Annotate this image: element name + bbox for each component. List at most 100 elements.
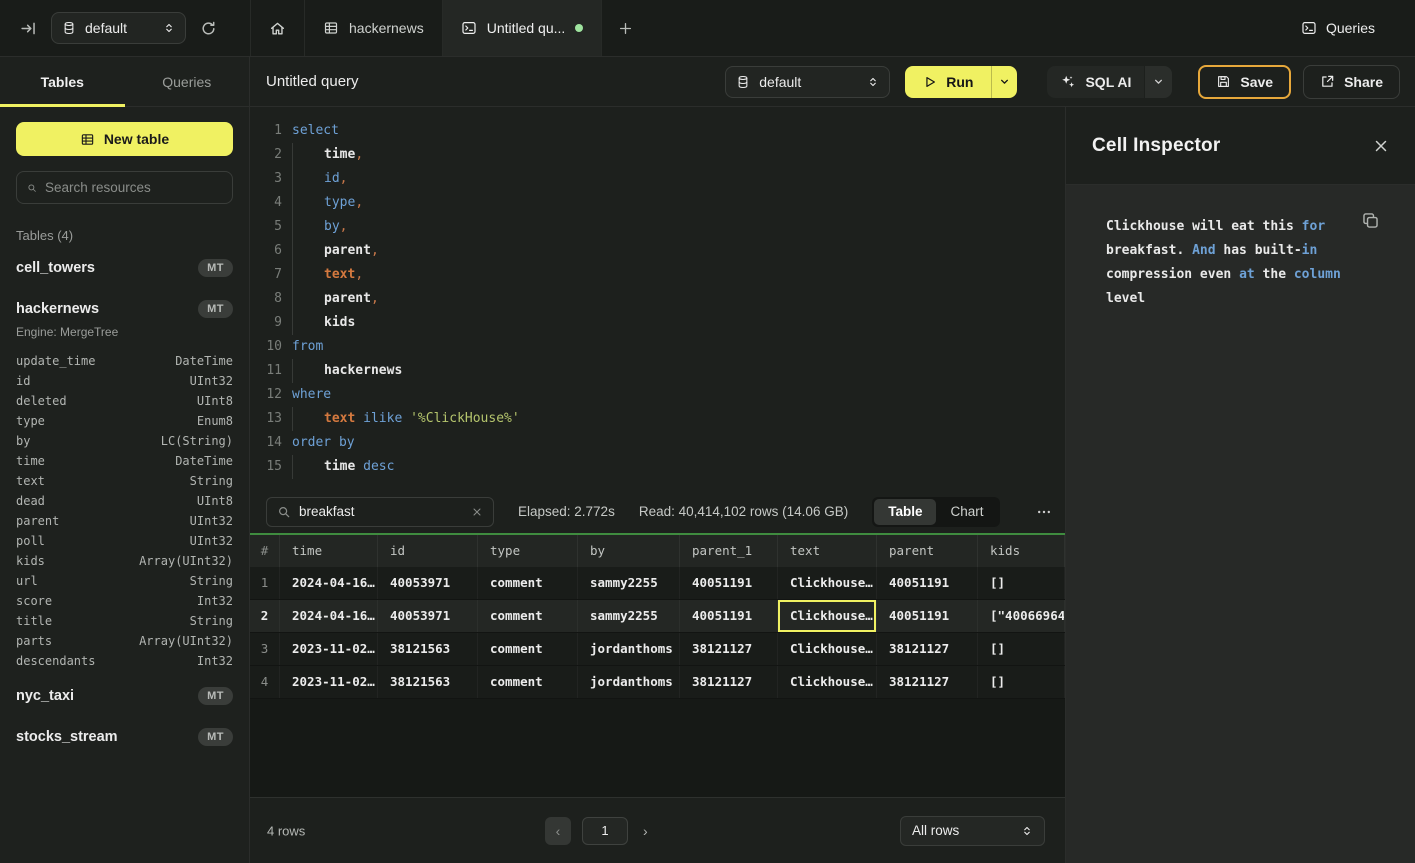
cell-by-row3[interactable]: jordanthoms (578, 633, 680, 665)
code-line-9[interactable]: 9kids (250, 311, 1065, 335)
code-line-3[interactable]: 3id, (250, 167, 1065, 191)
column-header-id[interactable]: id (378, 535, 478, 567)
cell-parent-row2[interactable]: 40051191 (877, 600, 978, 632)
cell-kids-row2[interactable]: ["40066964… (978, 600, 1065, 632)
cell-type-row1[interactable]: comment (478, 567, 578, 599)
column-header-by[interactable]: by (578, 535, 680, 567)
run-options-button[interactable] (991, 66, 1017, 98)
sql-editor[interactable]: 1select2time,3id,4type,5by,6parent,7text… (250, 107, 1065, 490)
cell-by-row2[interactable]: sammy2255 (578, 600, 680, 632)
code-token: select (292, 123, 339, 138)
table-item-hackernews[interactable]: hackernewsMT (16, 292, 233, 325)
more-options-button[interactable] (1036, 504, 1052, 520)
cell-id-row2[interactable]: 40053971 (378, 600, 478, 632)
sql-ai-button[interactable]: SQL AI (1047, 66, 1144, 98)
view-toggle-table[interactable]: Table (874, 499, 936, 525)
prev-page-button[interactable]: ‹ (545, 817, 571, 845)
cell-parent_1-row2[interactable]: 40051191 (680, 600, 778, 632)
cell-kids-row1[interactable]: [] (978, 567, 1065, 599)
code-line-13[interactable]: 13text ilike '%ClickHouse%' (250, 407, 1065, 431)
code-line-2[interactable]: 2time, (250, 143, 1065, 167)
cell-text-segment: level (1106, 291, 1145, 306)
code-line-10[interactable]: 10from (250, 335, 1065, 359)
queries-button[interactable]: Queries (1301, 0, 1415, 56)
new-table-button[interactable]: New table (16, 122, 233, 156)
code-line-11[interactable]: 11hackernews (250, 359, 1065, 383)
cell-parent_1-row1[interactable]: 40051191 (680, 567, 778, 599)
view-toggle-chart[interactable]: Chart (936, 499, 997, 525)
refresh-button[interactable] (200, 20, 217, 37)
new-tab-button[interactable] (602, 0, 649, 56)
sidebar-tab-queries[interactable]: Queries (125, 57, 250, 106)
cell-parent_1-row3[interactable]: 38121127 (680, 633, 778, 665)
column-header-text[interactable]: text (778, 535, 877, 567)
resource-search (16, 171, 233, 204)
search-resources-input[interactable] (45, 180, 222, 195)
next-page-button[interactable]: › (639, 823, 652, 839)
code-line-6[interactable]: 6parent, (250, 239, 1065, 263)
column-header-num[interactable]: # (250, 535, 280, 567)
cell-by-row4[interactable]: jordanthoms (578, 666, 680, 698)
cell-id-row3[interactable]: 38121563 (378, 633, 478, 665)
cell-parent-row4[interactable]: 38121127 (877, 666, 978, 698)
cell-text-row1[interactable]: Clickhouse… (778, 567, 877, 599)
cell-text-segment: in (1302, 243, 1318, 258)
cell-kids-row3[interactable]: [] (978, 633, 1065, 665)
close-inspector-button[interactable] (1373, 138, 1389, 154)
copy-cell-button[interactable] (1361, 211, 1380, 230)
column-header-type[interactable]: type (478, 535, 578, 567)
code-line-4[interactable]: 4type, (250, 191, 1065, 215)
results-empty-area (250, 699, 1065, 797)
code-line-5[interactable]: 5by, (250, 215, 1065, 239)
share-button[interactable]: Share (1303, 65, 1400, 99)
cell-id-row4[interactable]: 38121563 (378, 666, 478, 698)
column-header-kids[interactable]: kids (978, 535, 1065, 567)
code-line-7[interactable]: 7text, (250, 263, 1065, 287)
code-line-1[interactable]: 1select (250, 119, 1065, 143)
table-item-stocks_stream[interactable]: stocks_streamMT (16, 720, 233, 753)
cell-by-row1[interactable]: sammy2255 (578, 567, 680, 599)
cell-text-row4[interactable]: Clickhouse… (778, 666, 877, 698)
table-item-cell_towers[interactable]: cell_towersMT (16, 251, 233, 284)
cell-parent-row3[interactable]: 38121127 (877, 633, 978, 665)
sql-ai-options-button[interactable] (1144, 66, 1172, 98)
cell-parent-row1[interactable]: 40051191 (877, 567, 978, 599)
database-select[interactable]: default (51, 12, 186, 44)
code-line-15[interactable]: 15time desc (250, 455, 1065, 479)
column-header-parent[interactable]: parent (877, 535, 978, 567)
page-size-select[interactable]: All rows (900, 816, 1045, 846)
tab-hackernews[interactable]: hackernews (305, 0, 443, 56)
cell-type-row3[interactable]: comment (478, 633, 578, 665)
cell-time-row4[interactable]: 2023-11-02… (280, 666, 378, 698)
cell-parent_1-row4[interactable]: 38121127 (680, 666, 778, 698)
query-database-select[interactable]: default (725, 66, 890, 98)
code-line-12[interactable]: 12where (250, 383, 1065, 407)
engine-badge: MT (198, 687, 233, 705)
column-header-time[interactable]: time (280, 535, 378, 567)
sidebar-tab-tables[interactable]: Tables (0, 57, 125, 106)
cell-type-row2[interactable]: comment (478, 600, 578, 632)
column-row-time: timeDateTime (16, 451, 233, 471)
code-line-14[interactable]: 14order by (250, 431, 1065, 455)
code-line-8[interactable]: 8parent, (250, 287, 1065, 311)
page-number-input[interactable]: 1 (582, 817, 628, 845)
tab-untitled-query[interactable]: Untitled qu... (443, 0, 603, 56)
table-item-nyc_taxi[interactable]: nyc_taxiMT (16, 679, 233, 712)
save-button[interactable]: Save (1198, 65, 1291, 99)
database-icon (62, 21, 76, 35)
cell-text-row3[interactable]: Clickhouse… (778, 633, 877, 665)
cell-type-row4[interactable]: comment (478, 666, 578, 698)
column-row-id: idUInt32 (16, 371, 233, 391)
cell-time-row1[interactable]: 2024-04-16… (280, 567, 378, 599)
results-search-input[interactable] (299, 504, 463, 519)
run-button[interactable]: Run (905, 66, 991, 98)
collapse-sidebar-button[interactable] (20, 20, 37, 37)
cell-time-row3[interactable]: 2023-11-02… (280, 633, 378, 665)
cell-id-row1[interactable]: 40053971 (378, 567, 478, 599)
column-header-parent_1[interactable]: parent_1 (680, 535, 778, 567)
cell-time-row2[interactable]: 2024-04-16… (280, 600, 378, 632)
tab-home[interactable] (250, 0, 305, 56)
cell-kids-row4[interactable]: [] (978, 666, 1065, 698)
cell-text-row2[interactable]: Clickhouse… (778, 600, 877, 632)
clear-search-icon[interactable] (471, 506, 483, 518)
